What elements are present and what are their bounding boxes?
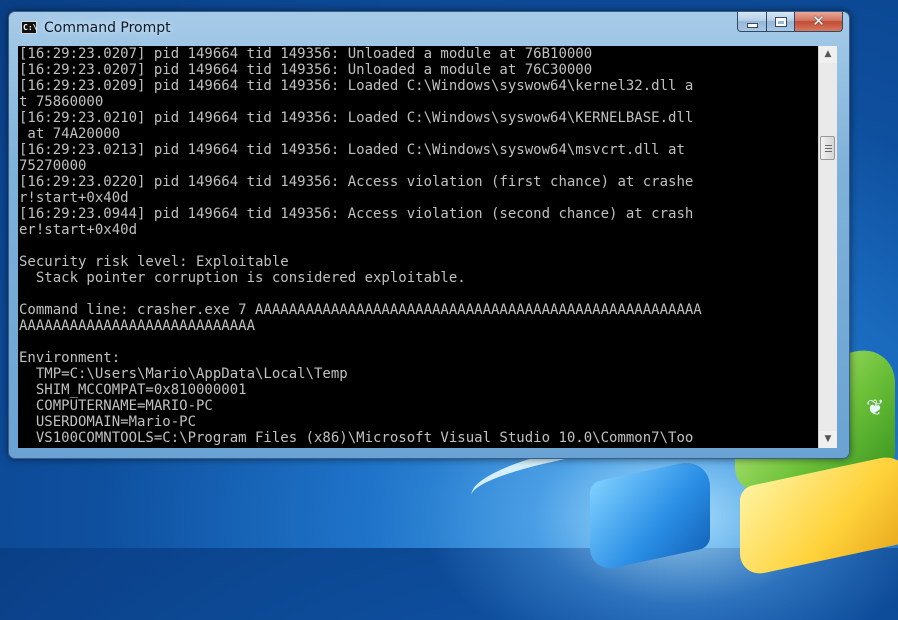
vertical-scrollbar[interactable]: ▲ ▼ — [818, 46, 837, 448]
console-line: Command line: crasher.exe 7 AAAAAAAAAAAA… — [19, 302, 702, 318]
maximize-icon — [774, 16, 787, 27]
scroll-thumb[interactable] — [820, 136, 835, 160]
console-line: [16:29:23.0210] pid 149664 tid 149356: L… — [19, 110, 694, 126]
console-line: Stack pointer corruption is considered e… — [19, 270, 466, 286]
thumb-grip-line — [825, 145, 832, 146]
caption-buttons: ✕ — [737, 12, 843, 32]
console-line: [16:29:23.0213] pid 149664 tid 149356: L… — [19, 142, 685, 158]
console-line: AAAAAAAAAAAAAAAAAAAAAAAAAAAA — [19, 318, 256, 334]
console-line: t 75860000 — [19, 94, 104, 110]
console-line: Security risk level: Exploitable — [19, 254, 289, 270]
title-bar[interactable]: C:\ Command Prompt ✕ — [9, 12, 849, 46]
console-line: [16:29:23.0209] pid 149664 tid 149356: L… — [19, 78, 694, 94]
console-lines: [16:29:23.0207] pid 149664 tid 149356: U… — [19, 46, 702, 446]
console-line: [16:29:23.0220] pid 149664 tid 149356: A… — [19, 174, 694, 190]
console-line: SHIM_MCCOMPAT=0x810000001 — [19, 382, 247, 398]
console-line: COMPUTERNAME=MARIO-PC — [19, 398, 213, 414]
scroll-up-arrow-icon[interactable]: ▲ — [819, 46, 837, 63]
window-title: Command Prompt — [44, 20, 171, 36]
console-line: VS100COMNTOOLS=C:\Program Files (x86)\Mi… — [19, 430, 694, 446]
scroll-down-arrow-icon[interactable]: ▼ — [819, 431, 837, 448]
cmd-icon[interactable]: C:\ — [21, 21, 37, 34]
console-line: [16:29:23.0944] pid 149664 tid 149356: A… — [19, 206, 694, 222]
console-line: USERDOMAIN=Mario-PC — [19, 414, 197, 430]
console-line: r!start+0x40d — [19, 190, 129, 206]
console-line: Environment: — [19, 350, 121, 366]
minimize-icon — [746, 22, 758, 28]
thumb-grip-line — [825, 151, 832, 152]
thumb-grip-line — [825, 148, 832, 149]
close-icon: ✕ — [812, 12, 825, 30]
console-line: [16:29:23.0207] pid 149664 tid 149356: U… — [19, 46, 593, 62]
maximize-button[interactable] — [767, 12, 795, 32]
butterfly-icon: ❦ — [866, 396, 885, 421]
close-button[interactable]: ✕ — [795, 12, 843, 32]
console-output[interactable]: [16:29:23.0207] pid 149664 tid 149356: U… — [18, 46, 818, 448]
console-line: at 74A20000 — [19, 126, 121, 142]
console-line: [16:29:23.0207] pid 149664 tid 149356: U… — [19, 62, 593, 78]
minimize-button[interactable] — [737, 12, 767, 32]
console-line: TMP=C:\Users\Mario\AppData\Local\Temp — [19, 366, 348, 382]
console-line: er!start+0x40d — [19, 222, 138, 238]
console-line: 75270000 — [19, 158, 87, 174]
command-prompt-window[interactable]: C:\ Command Prompt ✕ [16:29:23.0207] pid… — [8, 11, 850, 459]
